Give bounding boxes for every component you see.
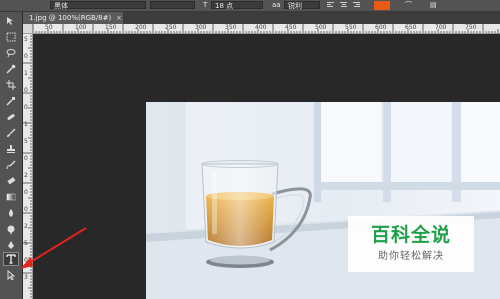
align-right-icon[interactable] — [353, 2, 360, 8]
crop-icon[interactable] — [3, 78, 19, 92]
antialias-icon: aa — [272, 1, 281, 9]
eraser-icon[interactable] — [3, 174, 19, 188]
healing-brush-icon[interactable] — [3, 110, 19, 124]
pen-icon[interactable] — [3, 238, 19, 252]
ruler-label: 0 — [24, 155, 28, 162]
top-ruler: 50 100 150 200 250 300 350 400 450 500 550 600 650 70… — [23, 24, 500, 34]
font-family-select[interactable]: 黑体 — [50, 1, 146, 10]
ruler-label: 150 — [105, 24, 117, 31]
font-size-value: 18 点 — [215, 2, 234, 10]
ruler-label: 400 — [255, 24, 267, 31]
path-select-icon[interactable] — [3, 268, 19, 282]
history-brush-icon[interactable] — [3, 158, 19, 172]
lasso-icon[interactable] — [3, 46, 19, 60]
document-tab[interactable]: 1.jpg @ 100%(RGB/8#) × — [23, 12, 123, 24]
ruler-label: 0 — [24, 257, 28, 264]
move-icon[interactable] — [3, 14, 19, 28]
blur-icon[interactable] — [3, 206, 19, 220]
ruler-label: 0 — [24, 104, 28, 111]
ruler-label: 3 — [24, 274, 28, 281]
watermark: 百科全说 助你轻松解决 — [348, 216, 474, 272]
ruler-label: 1 — [24, 70, 28, 77]
ruler-origin[interactable] — [23, 24, 33, 34]
align-left-icon[interactable] — [327, 2, 334, 8]
ruler-label: 250 — [165, 24, 177, 31]
antialias-select[interactable]: 锐利 — [284, 1, 320, 10]
options-bar: 黑体 T 18 点 aa 锐利 ⌒ ▤ — [0, 0, 500, 12]
close-icon[interactable]: × — [116, 13, 122, 23]
font-family-value: 黑体 — [54, 2, 68, 10]
eyedropper-icon[interactable] — [3, 94, 19, 108]
text-color-swatch[interactable] — [374, 1, 390, 10]
ruler-label: 650 — [405, 24, 417, 31]
ruler-label: 5 — [24, 240, 28, 247]
ruler-label: 450 — [285, 24, 297, 31]
ruler-label: 300 — [195, 24, 207, 31]
ruler-label: 2 — [24, 223, 28, 230]
marquee-icon[interactable] — [3, 30, 19, 44]
ruler-label: 500 — [315, 24, 327, 31]
document-tab-bar: 1.jpg @ 100%(RGB/8#) × — [23, 12, 500, 24]
clone-stamp-icon[interactable] — [3, 142, 19, 156]
ruler-label: 100 — [75, 24, 87, 31]
align-center-icon[interactable] — [340, 2, 347, 8]
ruler-label: 5 — [24, 36, 28, 43]
ruler-label: 0 — [24, 53, 28, 60]
watermark-title: 百科全说 — [370, 224, 451, 246]
ruler-label: 600 — [375, 24, 387, 31]
ruler-label: 700 — [435, 24, 447, 31]
ruler-label: 0 — [24, 206, 28, 213]
ruler-label: 750 — [465, 24, 477, 31]
document-tab-title: 1.jpg @ 100%(RGB/8#) — [29, 14, 112, 22]
dodge-icon[interactable] — [3, 222, 19, 236]
left-ruler: 5 0 1 0 0 1 5 0 2 0 0 2 5 0 3 — [23, 33, 33, 299]
ruler-label: 5 — [24, 138, 28, 145]
font-size-icon: T — [203, 1, 208, 9]
ruler-label: 0 — [24, 87, 28, 94]
toolbox — [0, 12, 23, 299]
type-icon[interactable] — [3, 252, 19, 266]
antialias-value: 锐利 — [288, 2, 302, 10]
ruler-label: 0 — [24, 189, 28, 196]
font-size-select[interactable]: 18 点 — [211, 1, 263, 10]
ruler-label: 50 — [45, 24, 53, 31]
ruler-label: 350 — [225, 24, 237, 31]
ruler-label: 1 — [24, 121, 28, 128]
font-style-select[interactable] — [150, 1, 195, 9]
ruler-label: 2 — [24, 172, 28, 179]
warp-text-icon[interactable]: ⌒ — [405, 1, 412, 9]
ruler-label: 550 — [345, 24, 357, 31]
brush-icon[interactable] — [3, 126, 19, 140]
watermark-subtitle: 助你轻松解决 — [378, 251, 444, 262]
gradient-icon[interactable] — [3, 190, 19, 204]
quick-select-icon[interactable] — [3, 62, 19, 76]
character-panel-icon[interactable]: ▤ — [430, 1, 437, 9]
ruler-label: 200 — [135, 24, 147, 31]
